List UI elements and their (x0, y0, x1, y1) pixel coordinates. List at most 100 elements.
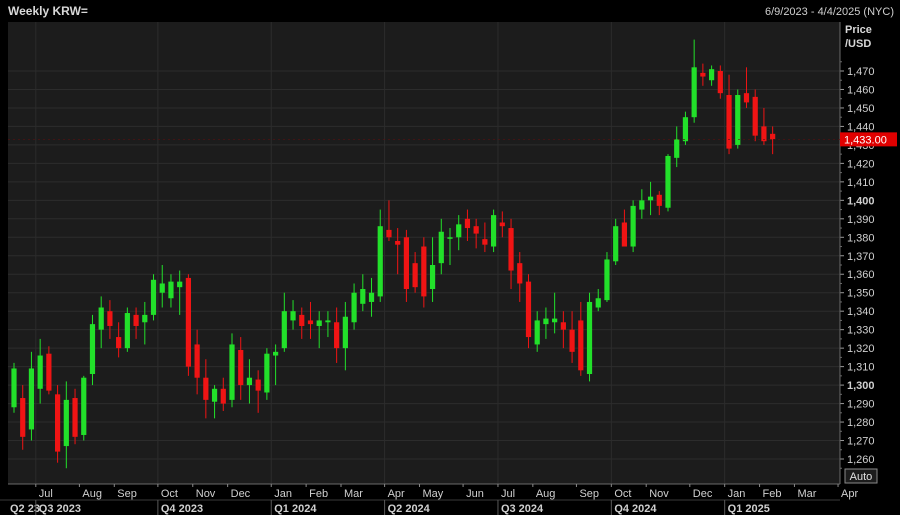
candle-body (595, 298, 601, 308)
candle-body (159, 283, 165, 293)
month-label: Nov (196, 488, 216, 500)
quarter-label: Q3 2023 (39, 503, 81, 515)
candle-body (682, 117, 689, 142)
candle-body (395, 240, 401, 245)
candle (264, 348, 270, 400)
month-label: Jul (39, 488, 53, 500)
candle-body (700, 72, 706, 77)
candle-body (351, 292, 357, 323)
month-label: Nov (649, 488, 669, 500)
y-tick-label: 1,380 (847, 232, 875, 244)
candle-body (482, 239, 488, 245)
candle-body (325, 320, 331, 323)
candle-body (124, 313, 130, 349)
candle-body (89, 324, 96, 375)
candle-body (447, 237, 453, 239)
month-label: Sep (117, 488, 137, 500)
candle-body (299, 314, 305, 326)
month-label: Aug (82, 488, 102, 500)
candle-body (517, 263, 523, 284)
candle-body (273, 351, 279, 356)
candle-body (578, 320, 584, 371)
candle-body (211, 388, 218, 402)
month-label: Feb (763, 488, 782, 500)
month-label: Aug (536, 488, 556, 500)
candle-body (639, 200, 645, 210)
candle-body (203, 377, 209, 400)
month-label: Jun (466, 488, 484, 500)
candle-body (726, 95, 732, 149)
candle-body (98, 307, 104, 330)
candle-body (28, 368, 35, 430)
y-tick-label: 1,310 (847, 362, 875, 374)
candle-body (20, 398, 26, 437)
y-tick-label: 1,280 (847, 417, 875, 429)
month-label: Dec (693, 488, 713, 500)
y-tick-label: 1,420 (847, 158, 875, 170)
candle (81, 375, 87, 441)
candle-body (133, 314, 139, 326)
candle (525, 274, 532, 349)
candle-body (735, 95, 741, 145)
candle-body (717, 71, 723, 94)
candle-body (691, 67, 697, 118)
candle-body (238, 349, 244, 386)
month-label: Jul (501, 488, 515, 500)
candle (752, 89, 758, 142)
candle-body (499, 222, 505, 227)
y-tick-label: 1,390 (847, 214, 875, 226)
candle-body (656, 194, 662, 206)
auto-scale-button[interactable]: Auto (844, 468, 878, 484)
candle-body (342, 316, 348, 349)
candle-body (534, 320, 540, 345)
candle (11, 362, 17, 413)
candle-body (743, 93, 750, 103)
candle-body (360, 289, 366, 304)
candle-body (508, 228, 514, 271)
candle (185, 274, 191, 376)
y-tick-label: 1,360 (847, 269, 875, 281)
candle (586, 292, 593, 382)
y-tick-label: 1,260 (847, 454, 875, 466)
candle (491, 209, 497, 253)
month-label: Oct (614, 488, 631, 500)
candle-body (290, 311, 296, 321)
candle-body (438, 231, 444, 264)
last-price-label: 1,433.00 (844, 134, 887, 146)
candle-body (429, 265, 436, 290)
candle-body (412, 263, 418, 288)
y-tick-label: 1,400 (847, 195, 875, 207)
candle-body (368, 292, 375, 302)
candle (735, 89, 741, 149)
candle-body (473, 226, 479, 234)
quarter-label: Q4 2023 (161, 503, 203, 515)
candle-body (177, 281, 183, 288)
candle-body (81, 377, 87, 435)
month-label: Feb (309, 488, 328, 500)
candle-body (770, 133, 776, 140)
candle-body (281, 311, 287, 349)
candle-body (11, 368, 17, 408)
candle-body (46, 353, 52, 391)
month-label: Apr (841, 488, 858, 500)
candle (55, 385, 61, 463)
candle (665, 154, 671, 212)
y-tick-label: 1,450 (847, 103, 875, 115)
candle-body (621, 222, 627, 247)
candle-body (37, 355, 43, 389)
month-label: Sep (579, 488, 599, 500)
candle (630, 200, 636, 253)
y-tick-label: 1,290 (847, 399, 875, 411)
month-label: Apr (388, 488, 405, 500)
candle-body (647, 196, 654, 201)
candle-body (665, 155, 671, 208)
y-tick-label: 1,270 (847, 436, 875, 448)
month-label: Oct (161, 488, 178, 500)
month-label: Dec (231, 488, 251, 500)
candle-body (246, 377, 253, 386)
candle-body (709, 69, 715, 81)
candle-body (255, 379, 261, 391)
candle-body (761, 126, 767, 142)
candlestick-chart: 1,260 1,270 1,280 1,290 1,300 1,310 1,320 1,330… (0, 0, 900, 515)
price-axis-label-line1: Price (845, 24, 872, 36)
